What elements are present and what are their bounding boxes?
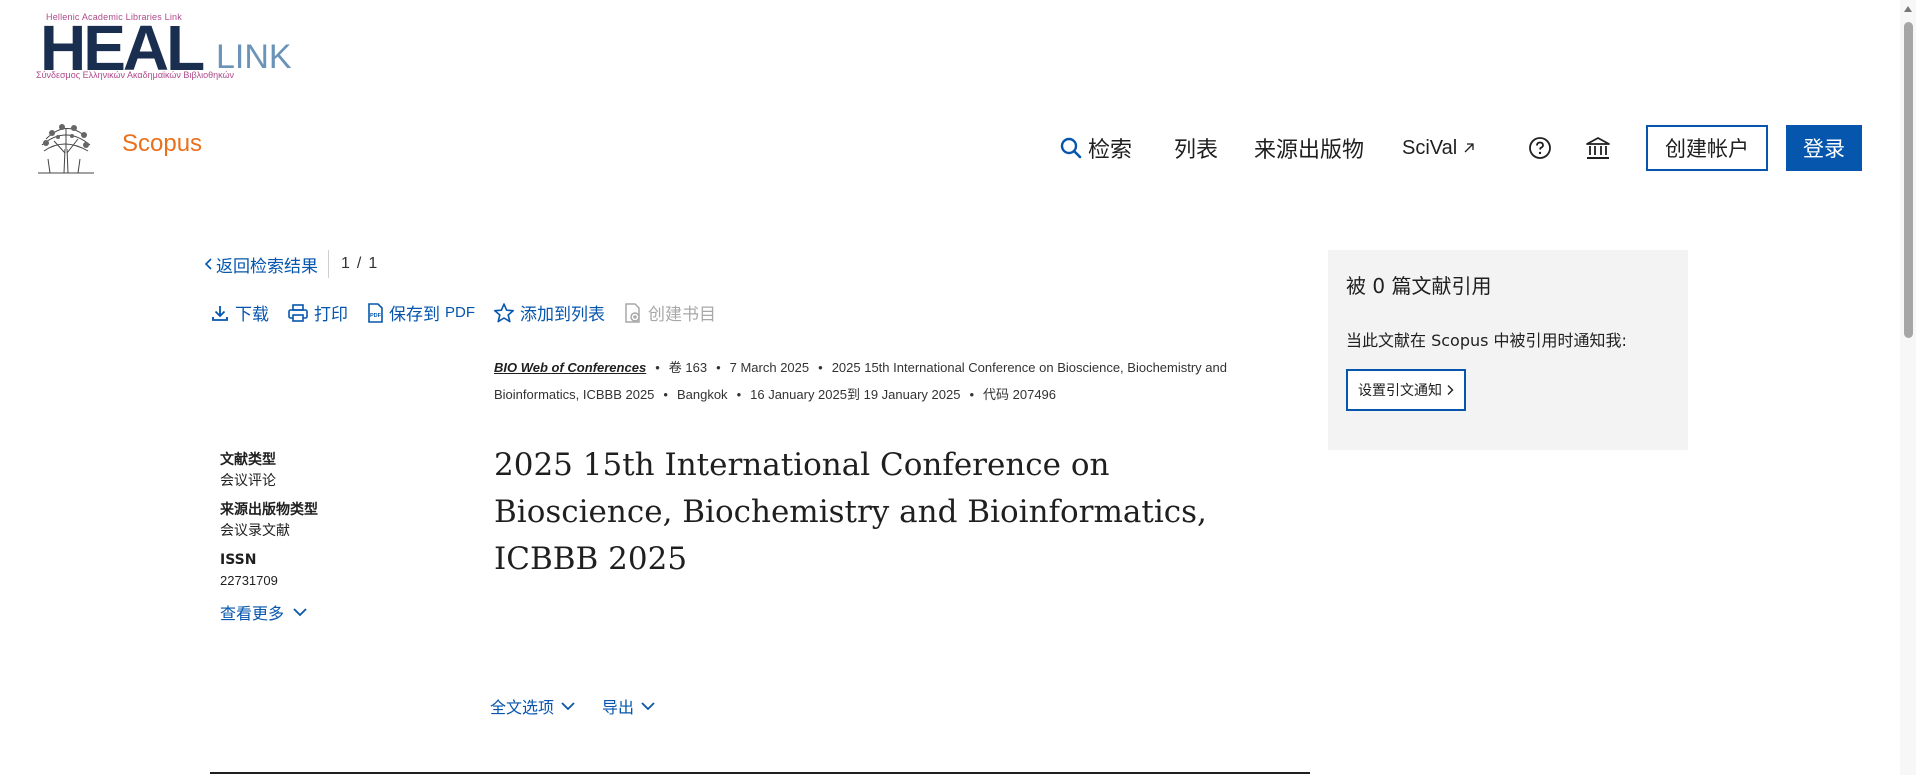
back-to-results-link[interactable]: 返回检索结果 <box>204 252 318 277</box>
scroll-up-icon[interactable] <box>1904 6 1912 12</box>
conference-dates: 16 January 2025到 19 January 2025 <box>750 387 961 402</box>
back-row: 返回检索结果 1 / 1 <box>204 250 377 278</box>
journal-link[interactable]: BIO Web of Conferences <box>494 360 646 375</box>
create-bibliography-button[interactable]: 创建书目 <box>623 300 716 325</box>
nav-lists-label: 列表 <box>1174 138 1219 163</box>
pager-current: 1 <box>341 255 350 272</box>
cited-by-panel: 被 0 篇文献引用 当此文献在 Scopus 中被引用时通知我: 设置引文通知 <box>1328 250 1688 450</box>
source-meta: BIO Web of Conferences • 卷 163 • 7 March 202… <box>494 360 1227 402</box>
back-to-results-label: 返回检索结果 <box>216 256 318 277</box>
nav-sources[interactable]: 来源出版物 <box>1254 126 1364 170</box>
print-icon <box>288 303 308 322</box>
scopus-brand[interactable]: Scopus <box>122 130 202 158</box>
star-icon <box>494 302 514 322</box>
nav-sources-label: 来源出版物 <box>1254 138 1365 163</box>
document-options: 全文选项 导出 <box>490 694 656 718</box>
nav-search-label: 检索 <box>1088 138 1133 163</box>
set-citation-alert-button[interactable]: 设置引文通知 <box>1346 369 1466 411</box>
chevron-down-icon <box>561 702 575 711</box>
bibliography-icon <box>625 302 640 323</box>
conference-location: Bangkok <box>676 387 728 402</box>
document-toolbar: 下载 打印 PDF 保存到 PDF 添加到列表 创建书目 <box>210 300 716 325</box>
print-label: 打印 <box>314 305 348 325</box>
chevron-right-icon <box>1447 385 1454 395</box>
create-bibliography-label: 创建书目 <box>648 305 716 325</box>
logo-bottom-text: Σύνδεσμος Ελληνικών Ακαδημαϊκών Βιβλιοθη… <box>36 70 235 80</box>
full-text-options-label: 全文选项 <box>490 698 555 717</box>
issn-value: 22731709 <box>220 573 278 588</box>
add-to-list-button[interactable]: 添加到列表 <box>493 300 605 325</box>
logo-link-text: LINK <box>216 38 292 76</box>
institution-icon <box>1586 137 1610 159</box>
cited-by-title: 被 0 篇文献引用 <box>1346 274 1492 298</box>
volume: 卷 163 <box>668 360 708 375</box>
export-button[interactable]: 导出 <box>602 694 656 718</box>
external-link-icon <box>1464 143 1474 153</box>
source-type-label: 来源出版物类型 <box>220 502 318 518</box>
issn-label: ISSN <box>220 552 257 568</box>
conference-code: 代码 207496 <box>983 387 1057 402</box>
create-account-button[interactable]: 创建帐户 <box>1646 125 1768 171</box>
pdf-icon: PDF <box>368 302 383 323</box>
search-icon <box>1060 137 1082 159</box>
scroll-thumb[interactable] <box>1904 22 1913 338</box>
set-citation-alert-label: 设置引文通知 <box>1358 383 1442 399</box>
see-more-button[interactable]: 查看更多 <box>220 600 460 624</box>
nav-scival-label: SciVal <box>1402 136 1458 159</box>
doc-type-value: 会议评论 <box>220 473 276 489</box>
login-button[interactable]: 登录 <box>1786 125 1862 171</box>
download-label: 下载 <box>235 305 269 325</box>
print-button[interactable]: 打印 <box>287 300 348 325</box>
chevron-down-icon <box>641 702 655 711</box>
svg-text:PDF: PDF <box>370 313 382 319</box>
doc-type-label: 文献类型 <box>220 452 276 468</box>
pager-separator: / <box>356 255 362 272</box>
divider <box>328 250 329 278</box>
download-button[interactable]: 下载 <box>210 300 269 325</box>
publication-date: 7 March 2025 <box>729 360 810 375</box>
section-divider <box>210 772 1310 774</box>
page-scrollbar[interactable] <box>1900 0 1916 775</box>
elsevier-tree-icon[interactable] <box>34 119 98 175</box>
nav-search[interactable]: 检索 <box>1060 126 1132 170</box>
full-text-options-button[interactable]: 全文选项 <box>490 694 576 718</box>
nav-scival[interactable]: SciVal <box>1402 126 1475 170</box>
see-more-label: 查看更多 <box>220 604 285 623</box>
save-pdf-suffix: PDF <box>445 304 475 321</box>
source-type-value: 会议录文献 <box>220 523 290 539</box>
citation-alert-note: 当此文献在 Scopus 中被引用时通知我: <box>1346 331 1627 350</box>
export-label: 导出 <box>602 698 635 717</box>
help-icon <box>1529 137 1551 159</box>
document-title: 2025 15th International Conference on Bi… <box>494 447 1207 577</box>
help-button[interactable] <box>1528 126 1552 170</box>
save-pdf-label: 保存到 <box>389 305 440 325</box>
add-to-list-label: 添加到列表 <box>520 305 605 325</box>
save-pdf-button[interactable]: PDF 保存到 PDF <box>366 300 475 325</box>
nav-lists[interactable]: 列表 <box>1174 126 1218 170</box>
download-icon <box>212 305 228 321</box>
heal-link-logo[interactable]: Hellenic Academic Libraries Link HEAL LI… <box>34 12 292 84</box>
document-details: 文献类型 会议评论 来源出版物类型 会议录文献 ISSN 22731709 查看… <box>220 450 460 624</box>
chevron-down-icon <box>293 608 307 617</box>
institution-button[interactable] <box>1585 126 1611 170</box>
site-header: Scopus 检索 列表 来源出版物 SciVal 创建帐户 登录 <box>0 110 1916 186</box>
chevron-left-icon <box>204 258 212 270</box>
pager-total: 1 <box>368 255 378 272</box>
